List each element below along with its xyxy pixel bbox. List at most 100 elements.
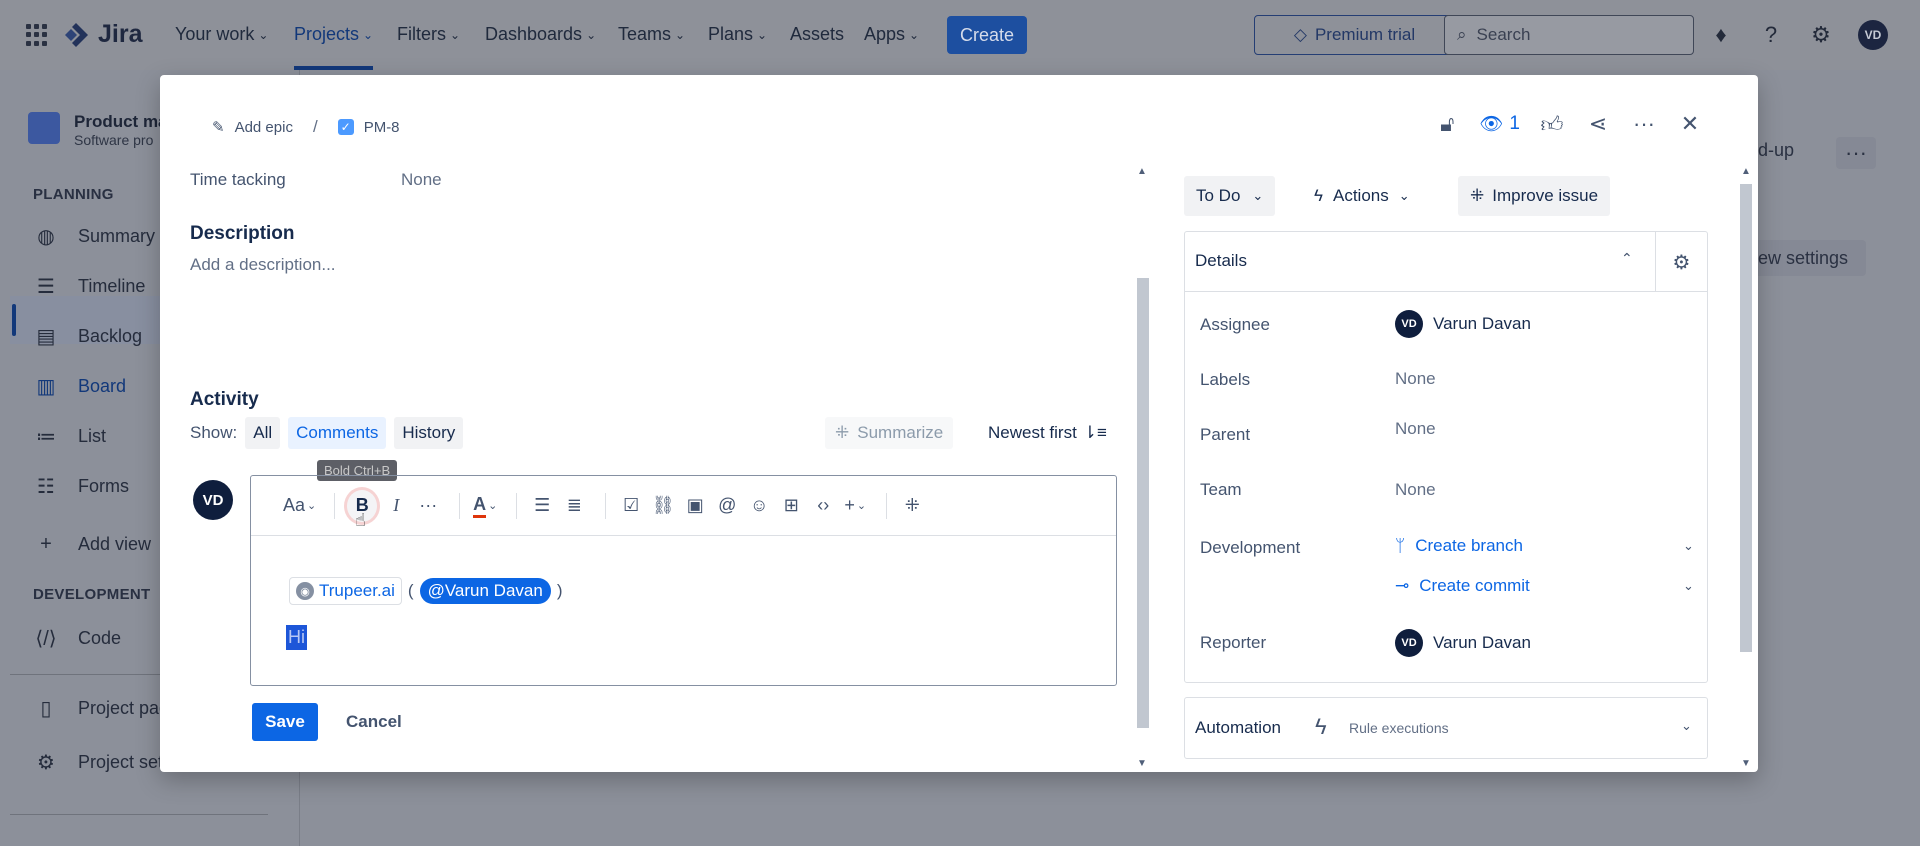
emoji-icon[interactable]: ☺ bbox=[746, 490, 772, 522]
sidebar-item-project-settings[interactable]: ⚙ Project sett bbox=[34, 750, 168, 774]
filter-history[interactable]: History bbox=[394, 417, 464, 449]
sidebar-item-code[interactable]: ⟨/⟩ Code bbox=[34, 626, 121, 650]
chevron-down-icon[interactable]: ⌄ bbox=[1683, 538, 1694, 554]
assignee-value[interactable]: VD Varun Davan bbox=[1395, 310, 1531, 338]
scrollbar-thumb[interactable] bbox=[1137, 278, 1149, 728]
filter-all[interactable]: All bbox=[245, 417, 281, 449]
ai-sparkle-icon[interactable]: ⁜ bbox=[899, 490, 925, 522]
settings-gear-icon[interactable]: ⚙ bbox=[1655, 232, 1707, 292]
view-settings-button[interactable]: iew settings bbox=[1748, 240, 1866, 276]
right-scrollbar[interactable]: ▲ ▼ bbox=[1738, 162, 1754, 772]
premium-trial-button[interactable]: ◇ Premium trial bbox=[1254, 15, 1455, 55]
comment-editor[interactable]: Aa ⌄ B I ··· A ⌄ ☰ ≣ ☑ ⛓ ▣ @ ☺ ⊞ ‹› + ⌄ ⁜ ◉… bbox=[250, 475, 1117, 686]
nav-dashboards[interactable]: Dashboards ⌄ bbox=[485, 24, 596, 45]
details-header[interactable]: Details ⌃ ⚙ bbox=[1185, 232, 1707, 292]
parent-label: Parent bbox=[1200, 425, 1251, 444]
selected-text[interactable]: Hi bbox=[286, 625, 307, 650]
description-field[interactable]: Add a description... bbox=[190, 255, 336, 275]
nav-plans[interactable]: Plans ⌄ bbox=[708, 24, 767, 45]
ai-sparkle-icon: ⁜ bbox=[835, 423, 850, 442]
app-switcher-icon[interactable] bbox=[26, 24, 48, 46]
nav-your-work[interactable]: Your work ⌄ bbox=[175, 24, 268, 45]
sidebar-add-view[interactable]: + Add view bbox=[34, 532, 151, 556]
nav-projects[interactable]: Projects ⌄ bbox=[294, 24, 373, 45]
improve-issue-button[interactable]: ⁜ Improve issue bbox=[1458, 176, 1611, 216]
sidebar-item-summary[interactable]: ◍ Summary bbox=[34, 224, 155, 248]
user-mention[interactable]: @Varun Davan bbox=[419, 578, 551, 604]
settings-gear-icon[interactable]: ⚙ bbox=[1808, 22, 1834, 48]
sidebar-item-board[interactable]: ▥ Board bbox=[34, 374, 127, 398]
close-icon[interactable]: ✕ bbox=[1676, 109, 1704, 139]
create-commit-link[interactable]: ⊸ Create commit bbox=[1395, 576, 1530, 596]
lock-icon[interactable]: 🔓︎ bbox=[1433, 109, 1461, 139]
share-icon[interactable]: ⋖ bbox=[1584, 109, 1612, 139]
image-icon[interactable]: ▣ bbox=[682, 490, 708, 522]
italic-button[interactable]: I bbox=[383, 490, 409, 522]
parent-value[interactable]: None bbox=[1395, 419, 1436, 439]
summarize-button[interactable]: ⁜ Summarize bbox=[825, 417, 954, 449]
nav-apps[interactable]: Apps ⌄ bbox=[864, 24, 919, 45]
sidebar-item-timeline[interactable]: ☰ Timeline bbox=[34, 274, 145, 298]
assignee-label: Assignee bbox=[1200, 315, 1270, 334]
search-input[interactable]: ⌕ Search bbox=[1444, 15, 1694, 55]
scroll-up-icon[interactable]: ▲ bbox=[1741, 166, 1751, 177]
activity-filter: Show: All Comments History bbox=[190, 417, 464, 449]
left-scrollbar[interactable]: ▲ ▼ bbox=[1135, 162, 1149, 772]
team-value[interactable]: None bbox=[1395, 480, 1436, 500]
scroll-up-icon[interactable]: ▲ bbox=[1137, 166, 1147, 177]
sidebar-item-backlog[interactable]: ▤ Backlog bbox=[34, 324, 143, 348]
automation-panel[interactable]: Automation ϟ Rule executions ⌄ bbox=[1184, 697, 1708, 759]
actions-dropdown[interactable]: ϟ Actions ⌄ bbox=[1306, 176, 1418, 216]
sort-icon: ⇂≡ bbox=[1082, 423, 1107, 442]
team-label: Team bbox=[1200, 480, 1242, 499]
sidebar-item-list[interactable]: ≔ List bbox=[34, 424, 106, 448]
reporter-value[interactable]: VD Varun Davan bbox=[1395, 629, 1531, 657]
help-icon[interactable]: ? bbox=[1758, 22, 1784, 48]
sidebar-item-forms[interactable]: ☷ Forms bbox=[34, 474, 129, 498]
nav-assets[interactable]: Assets bbox=[790, 24, 844, 45]
scrollbar-thumb[interactable] bbox=[1740, 184, 1752, 652]
mention-icon[interactable]: @ bbox=[714, 490, 740, 522]
scroll-down-icon[interactable]: ▼ bbox=[1137, 758, 1147, 769]
list-icon: ≔ bbox=[36, 425, 56, 448]
scroll-down-icon[interactable]: ▼ bbox=[1741, 758, 1751, 769]
chevron-up-icon[interactable]: ⌃ bbox=[1621, 250, 1633, 267]
profile-avatar[interactable]: VD bbox=[1858, 20, 1888, 50]
text-color-button[interactable]: A ⌄ bbox=[472, 490, 498, 522]
chevron-down-icon[interactable]: ⌄ bbox=[1681, 718, 1692, 734]
sidebar-item-project-pages[interactable]: ▯ Project pag bbox=[34, 696, 169, 720]
smart-link-chip[interactable]: ◉ Trupeer.ai bbox=[289, 577, 402, 605]
save-button[interactable]: Save bbox=[252, 703, 318, 741]
insert-plus-icon[interactable]: + ⌄ bbox=[842, 490, 868, 522]
chevron-down-icon[interactable]: ⌄ bbox=[1683, 578, 1694, 594]
numbered-list-icon[interactable]: ≣ bbox=[561, 490, 587, 522]
checkbox-icon[interactable]: ☑ bbox=[618, 490, 644, 522]
table-icon[interactable]: ⊞ bbox=[778, 490, 804, 522]
bullet-list-icon[interactable]: ☰ bbox=[529, 490, 555, 522]
sort-order-button[interactable]: Newest first ⇂≡ bbox=[988, 423, 1107, 443]
add-epic-link[interactable]: Add epic bbox=[235, 119, 293, 136]
nav-teams[interactable]: Teams ⌄ bbox=[618, 24, 685, 45]
labels-value[interactable]: None bbox=[1395, 369, 1436, 389]
more-actions-icon[interactable]: ··· bbox=[1630, 109, 1658, 139]
board-icon: ▥ bbox=[36, 375, 56, 398]
link-icon[interactable]: ⛓ bbox=[650, 490, 676, 522]
create-branch-link[interactable]: ᛘ Create branch bbox=[1395, 536, 1523, 556]
time-tracking-value[interactable]: None bbox=[401, 170, 442, 190]
issue-key-link[interactable]: PM-8 bbox=[364, 119, 400, 136]
filter-comments[interactable]: Comments bbox=[288, 417, 387, 449]
nav-filters[interactable]: Filters ⌄ bbox=[397, 24, 460, 45]
code-icon[interactable]: ‹› bbox=[810, 490, 836, 522]
watch-button[interactable]: 👁︎ 1 bbox=[1479, 109, 1520, 139]
text-style-dropdown[interactable]: Aa ⌄ bbox=[283, 490, 316, 522]
cancel-button[interactable]: Cancel bbox=[336, 703, 412, 741]
notifications-icon[interactable]: ♦ bbox=[1708, 22, 1734, 48]
create-button[interactable]: Create bbox=[947, 16, 1027, 54]
jira-logo[interactable]: Jira bbox=[62, 20, 142, 49]
thumbs-up-icon[interactable]: 👍︎ bbox=[1538, 109, 1566, 139]
more-options-icon[interactable]: ··· bbox=[1836, 137, 1876, 169]
search-icon: ⌕ bbox=[1457, 25, 1467, 44]
more-formatting-button[interactable]: ··· bbox=[415, 490, 441, 522]
project-header[interactable]: Product ma Software pro bbox=[28, 112, 168, 148]
status-dropdown[interactable]: To Do ⌄ bbox=[1184, 176, 1276, 216]
